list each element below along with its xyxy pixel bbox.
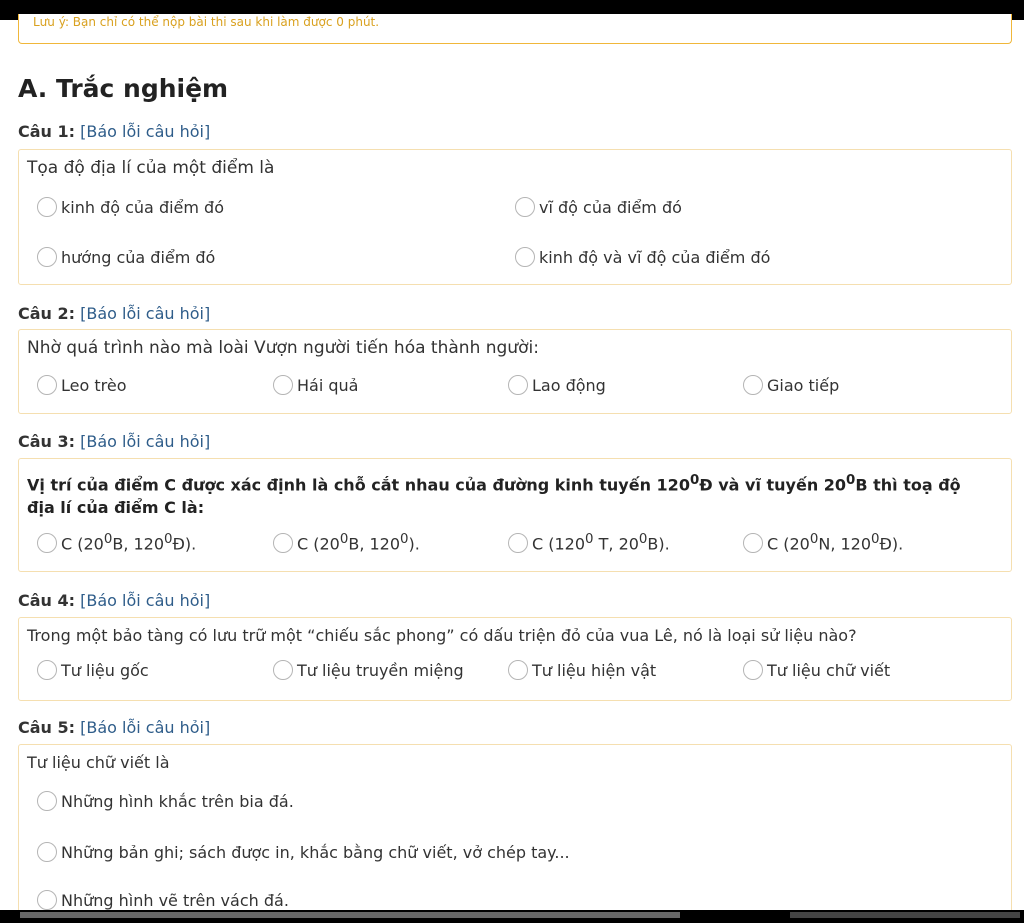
question-4-option-d[interactable]: Tư liệu chữ viết <box>743 660 890 680</box>
option-label: vĩ độ của điểm đó <box>539 197 682 217</box>
question-2-option-b[interactable]: Hái quả <box>273 375 358 395</box>
question-3-text-line-1: Vị trí của điểm C được xác định là chỗ c… <box>27 473 961 495</box>
question-1-option-d[interactable]: kinh độ và vĩ độ của điểm đó <box>515 247 770 267</box>
radio-button[interactable] <box>273 532 293 553</box>
radio-button[interactable] <box>508 532 528 553</box>
radio-button[interactable] <box>37 791 57 811</box>
option-label: hướng của điểm đó <box>61 247 216 267</box>
radio-button[interactable] <box>37 842 57 862</box>
report-error-link-2[interactable]: [Báo lỗi câu hỏi] <box>80 304 210 323</box>
question-1-text: Tọa độ địa lí của một điểm là <box>27 158 275 178</box>
question-1-option-a[interactable]: kinh độ của điểm đó <box>37 197 224 217</box>
question-3-label: Câu 3: <box>18 432 76 451</box>
option-label: Những hình vẽ trên vách đá. <box>61 890 289 910</box>
question-4-box: Trong một bảo tàng có lưu trữ một “chiếu… <box>18 617 1012 701</box>
option-label: Những bản ghi; sách được in, khắc bằng c… <box>61 842 570 862</box>
radio-button[interactable] <box>37 532 57 553</box>
radio-button[interactable] <box>37 890 57 910</box>
bottom-highlight <box>20 912 680 918</box>
question-5-option-b[interactable]: Những bản ghi; sách được in, khắc bằng c… <box>37 842 570 862</box>
question-4-label: Câu 4: <box>18 591 76 610</box>
question-3-option-d[interactable]: C (200N, 1200Đ). <box>743 532 903 553</box>
option-label: C (200B, 1200). <box>297 532 420 554</box>
question-3-option-c[interactable]: C (1200 T, 200B). <box>508 532 670 553</box>
radio-button[interactable] <box>743 660 763 680</box>
option-label: kinh độ của điểm đó <box>61 197 224 217</box>
radio-button[interactable] <box>37 247 57 267</box>
option-label: Tư liệu hiện vật <box>532 660 657 680</box>
question-2-option-a[interactable]: Leo trèo <box>37 375 126 395</box>
question-5-option-c[interactable]: Những hình vẽ trên vách đá. <box>37 890 289 910</box>
question-3-option-a[interactable]: C (200B, 1200Đ). <box>37 532 196 553</box>
question-2-option-d[interactable]: Giao tiếp <box>743 375 839 395</box>
option-label: Những hình khắc trên bia đá. <box>61 791 294 811</box>
option-label: Tư liệu chữ viết <box>767 660 891 680</box>
radio-button[interactable] <box>515 197 535 217</box>
question-4-header: Câu 4: [Báo lỗi câu hỏi] <box>18 591 210 610</box>
radio-button[interactable] <box>508 660 528 680</box>
question-1-box: Tọa độ địa lí của một điểm là kinh độ củ… <box>18 149 1012 285</box>
option-label: C (200N, 1200Đ). <box>767 532 904 554</box>
question-1-label: Câu 1: <box>18 122 76 141</box>
question-5-text: Tư liệu chữ viết là <box>27 753 170 772</box>
question-5-label: Câu 5: <box>18 718 76 737</box>
radio-button[interactable] <box>273 660 293 680</box>
radio-button[interactable] <box>508 375 528 395</box>
question-1-option-b[interactable]: vĩ độ của điểm đó <box>515 197 682 217</box>
report-error-link-3[interactable]: [Báo lỗi câu hỏi] <box>80 432 210 451</box>
question-4-option-b[interactable]: Tư liệu truyền miệng <box>273 660 464 680</box>
question-5-header: Câu 5: [Báo lỗi câu hỏi] <box>18 718 210 737</box>
bottom-black-bar <box>0 910 1024 923</box>
report-error-link-1[interactable]: [Báo lỗi câu hỏi] <box>80 122 210 141</box>
option-label: C (200B, 1200Đ). <box>61 532 197 554</box>
option-label: Lao động <box>532 375 606 395</box>
option-label: C (1200 T, 200B). <box>532 532 670 554</box>
radio-button[interactable] <box>37 660 57 680</box>
report-error-link-4[interactable]: [Báo lỗi câu hỏi] <box>80 591 210 610</box>
option-label: Hái quả <box>297 375 359 395</box>
radio-button[interactable] <box>743 375 763 395</box>
bottom-highlight-right <box>790 912 1020 918</box>
question-4-text: Trong một bảo tàng có lưu trữ một “chiếu… <box>27 626 857 645</box>
question-2-box: Nhờ quá trình nào mà loài Vượn người tiế… <box>18 329 1012 414</box>
radio-button[interactable] <box>273 375 293 395</box>
option-label: Tư liệu truyền miệng <box>297 660 464 680</box>
question-4-option-a[interactable]: Tư liệu gốc <box>37 660 149 680</box>
report-error-link-5[interactable]: [Báo lỗi câu hỏi] <box>80 718 210 737</box>
question-3-header: Câu 3: [Báo lỗi câu hỏi] <box>18 432 210 451</box>
question-2-header: Câu 2: [Báo lỗi câu hỏi] <box>18 304 210 323</box>
section-title: A. Trắc nghiệm <box>18 74 229 103</box>
exam-notice: Lưu ý: Bạn chỉ có thể nộp bài thi sau kh… <box>18 14 1012 44</box>
question-1-option-c[interactable]: hướng của điểm đó <box>37 247 215 267</box>
radio-button[interactable] <box>37 197 57 217</box>
question-4-option-c[interactable]: Tư liệu hiện vật <box>508 660 656 680</box>
question-2-label: Câu 2: <box>18 304 76 323</box>
radio-button[interactable] <box>37 375 57 395</box>
question-3-box: Vị trí của điểm C được xác định là chỗ c… <box>18 458 1012 572</box>
option-label: Giao tiếp <box>767 375 840 395</box>
notice-text: Lưu ý: Bạn chỉ có thể nộp bài thi sau kh… <box>33 15 380 29</box>
question-5-option-a[interactable]: Những hình khắc trên bia đá. <box>37 791 294 811</box>
option-label: Leo trèo <box>61 375 127 395</box>
question-5-box: Tư liệu chữ viết là Những hình khắc trên… <box>18 744 1012 914</box>
question-2-option-c[interactable]: Lao động <box>508 375 606 395</box>
question-3-option-b[interactable]: C (200B, 1200). <box>273 532 420 553</box>
radio-button[interactable] <box>743 532 763 553</box>
option-label: kinh độ và vĩ độ của điểm đó <box>539 247 771 267</box>
question-3-text-line-2: địa lí của điểm C là: <box>27 498 205 517</box>
question-1-header: Câu 1: [Báo lỗi câu hỏi] <box>18 122 210 141</box>
question-2-text: Nhờ quá trình nào mà loài Vượn người tiế… <box>27 338 539 358</box>
option-label: Tư liệu gốc <box>61 660 149 680</box>
radio-button[interactable] <box>515 247 535 267</box>
